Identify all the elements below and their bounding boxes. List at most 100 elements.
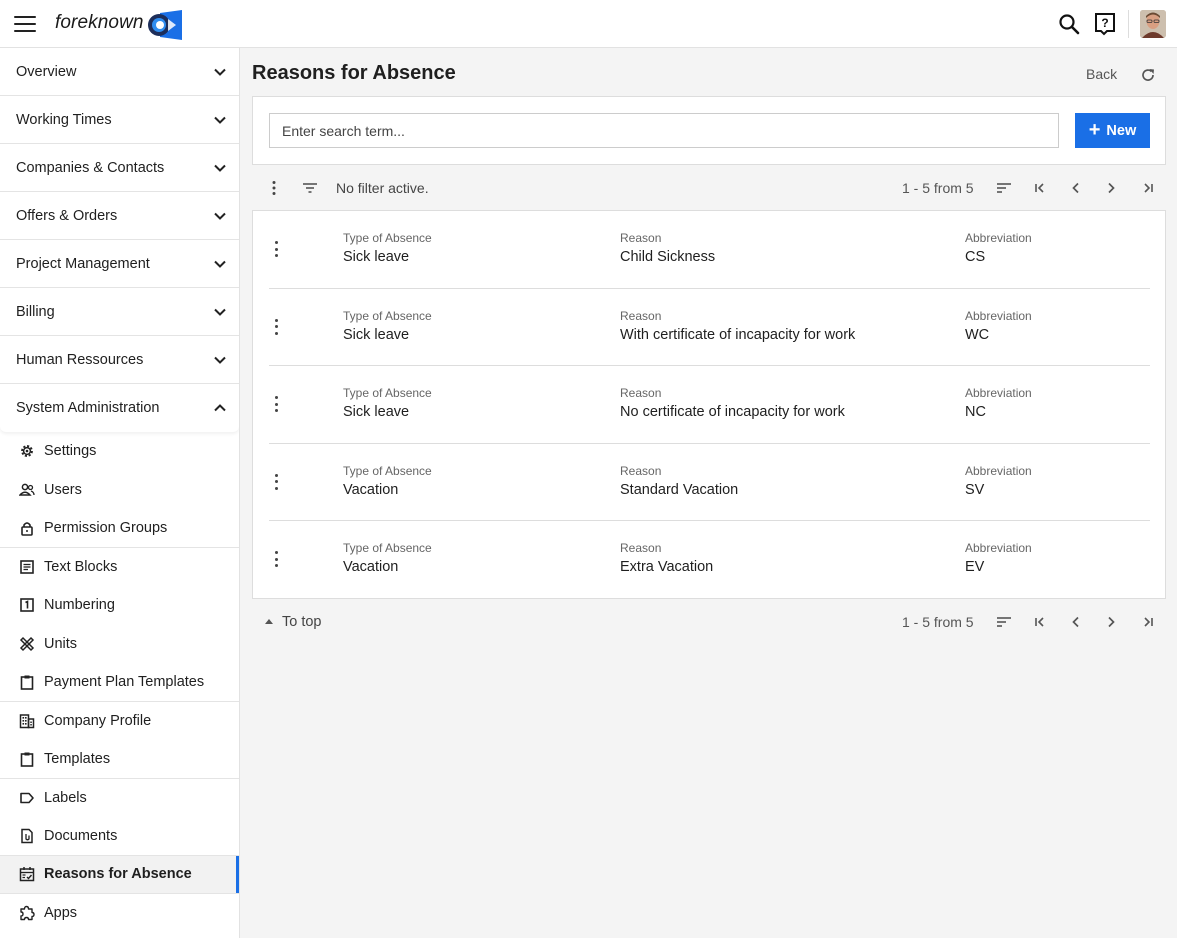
chevron-left-icon[interactable] <box>1067 179 1085 197</box>
more-vert-icon[interactable] <box>265 179 283 197</box>
chevron-up-icon <box>213 401 227 415</box>
document-icon <box>18 827 36 845</box>
absence-reasons-list: Type of Absence Sick leave Reason Child … <box>252 210 1166 599</box>
text-block-icon <box>18 558 36 576</box>
reason-label: Reason <box>620 231 662 245</box>
building-icon <box>18 712 36 730</box>
new-button-label: New <box>1106 122 1137 139</box>
reason-value: Extra Vacation <box>620 559 714 575</box>
reason-value: With certificate of incapacity for work <box>620 326 856 343</box>
back-button[interactable]: Back <box>1086 66 1117 82</box>
sidebar-item-label: Units <box>44 635 78 652</box>
numbering-icon <box>18 596 36 614</box>
sidebar-item-reasons-for-absence[interactable]: Reasons for Absence <box>0 855 239 894</box>
sidebar-item-label: Payment Plan Templates <box>44 673 205 690</box>
chevron-right-icon[interactable] <box>1102 179 1120 197</box>
sidebar-section-companies-contacts[interactable]: Companies & Contacts <box>0 144 239 192</box>
sort-icon[interactable] <box>995 613 1013 631</box>
sidebar-section-working-times[interactable]: Working Times <box>0 96 239 144</box>
chevron-down-icon <box>213 353 227 367</box>
sidebar-item-documents[interactable]: Documents <box>0 817 239 856</box>
abbreviation-value: NC <box>965 404 986 420</box>
search-icon[interactable] <box>1055 10 1083 38</box>
list-item[interactable]: Type of Absence Vacation Reason Extra Va… <box>269 521 1150 599</box>
row-menu-icon[interactable] <box>271 473 281 490</box>
sidebar-item-labels[interactable]: Labels <box>0 779 239 818</box>
abbreviation-value: WC <box>965 326 990 343</box>
sort-icon[interactable] <box>995 179 1013 197</box>
abbreviation-label: Abbreviation <box>965 541 1032 555</box>
list-item[interactable]: Type of Absence Sick leave Reason With c… <box>269 289 1150 366</box>
top-bar-divider <box>1128 10 1129 38</box>
calendar-check-icon <box>18 865 36 883</box>
puzzle-icon <box>18 904 36 922</box>
row-menu-icon[interactable] <box>271 241 281 257</box>
last-page-icon[interactable] <box>1139 613 1157 631</box>
sidebar-item-label: Documents <box>44 827 118 844</box>
sidebar-section-billing[interactable]: Billing <box>0 288 239 336</box>
abbreviation-value: SV <box>965 481 985 498</box>
search-panel: + New <box>252 96 1166 165</box>
row-menu-icon[interactable] <box>271 318 281 335</box>
sidebar-item-company-profile[interactable]: Company Profile <box>0 702 239 741</box>
avatar[interactable] <box>1140 10 1166 38</box>
row-menu-icon[interactable] <box>271 551 281 567</box>
abbreviation-label: Abbreviation <box>965 463 1032 478</box>
sidebar-item-users[interactable]: Users <box>0 471 239 510</box>
last-page-icon[interactable] <box>1139 179 1157 197</box>
sidebar-section-offers-orders[interactable]: Offers & Orders <box>0 192 239 240</box>
sidebar-item-payment-plan-templates[interactable]: Payment Plan Templates <box>0 663 239 702</box>
to-top-button[interactable]: To top <box>264 614 322 630</box>
reason-value: Standard Vacation <box>620 481 739 498</box>
abbreviation-value: CS <box>965 249 986 265</box>
hamburger-icon[interactable] <box>14 14 36 34</box>
clipboard-icon <box>18 750 36 768</box>
filter-status: No filter active. <box>336 180 429 196</box>
label-icon <box>18 789 36 807</box>
filter-icon[interactable] <box>301 179 319 197</box>
lock-icon <box>18 519 36 537</box>
sidebar-section-project-management[interactable]: Project Management <box>0 240 239 288</box>
list-item[interactable]: Type of Absence Sick leave Reason Child … <box>269 211 1150 289</box>
sidebar-item-label: Users <box>44 481 82 498</box>
sidebar-item-text-blocks[interactable]: Text Blocks <box>0 548 239 587</box>
sidebar-item-templates[interactable]: Templates <box>0 740 239 779</box>
type-label: Type of Absence <box>343 386 432 400</box>
sidebar-item-settings[interactable]: Settings <box>0 432 239 471</box>
type-value: Vacation <box>343 481 399 498</box>
pager-range: 1 - 5 from 5 <box>902 614 974 630</box>
sidebar-item-label: Templates <box>44 750 111 767</box>
row-menu-icon[interactable] <box>271 396 281 412</box>
sidebar-item-units[interactable]: Units <box>0 625 239 664</box>
sidebar-item-apps[interactable]: Apps <box>0 894 239 933</box>
sidebar-item-label: Permission Groups <box>44 519 168 536</box>
new-button[interactable]: + New <box>1075 113 1150 148</box>
first-page-icon[interactable] <box>1031 613 1049 631</box>
help-icon[interactable]: ? <box>1091 10 1119 38</box>
chevron-down-icon <box>213 257 227 271</box>
type-label: Type of Absence <box>343 308 432 323</box>
sidebar-item-label: Text Blocks <box>44 558 118 575</box>
list-toolbar: No filter active. 1 - 5 from 5 <box>252 170 1166 206</box>
sidebar-item-permission-groups[interactable]: Permission Groups <box>0 509 239 548</box>
first-page-icon[interactable] <box>1031 179 1049 197</box>
gear-icon <box>18 442 36 460</box>
sidebar-section-overview[interactable]: Overview <box>0 48 239 96</box>
sidebar-section-human-ressources[interactable]: Human Ressources <box>0 336 239 384</box>
list-item[interactable]: Type of Absence Sick leave Reason No cer… <box>269 366 1150 444</box>
to-top-label: To top <box>282 614 322 630</box>
type-value: Sick leave <box>343 326 410 343</box>
search-input[interactable] <box>269 113 1059 148</box>
logo-text: foreknown <box>55 12 144 33</box>
reason-value: Child Sickness <box>620 249 716 265</box>
reason-label: Reason <box>620 386 662 400</box>
units-icon <box>18 635 36 653</box>
chevron-left-icon[interactable] <box>1067 613 1085 631</box>
chevron-right-icon[interactable] <box>1102 613 1120 631</box>
sidebar-item-numbering[interactable]: Numbering <box>0 586 239 625</box>
sidebar-item-label: Numbering <box>44 597 115 614</box>
list-item[interactable]: Type of Absence Vacation Reason Standard… <box>269 444 1150 521</box>
sidebar-section-system-administration[interactable]: System Administration <box>0 384 239 432</box>
refresh-icon[interactable] <box>1139 66 1157 84</box>
logo-icon <box>148 10 182 40</box>
